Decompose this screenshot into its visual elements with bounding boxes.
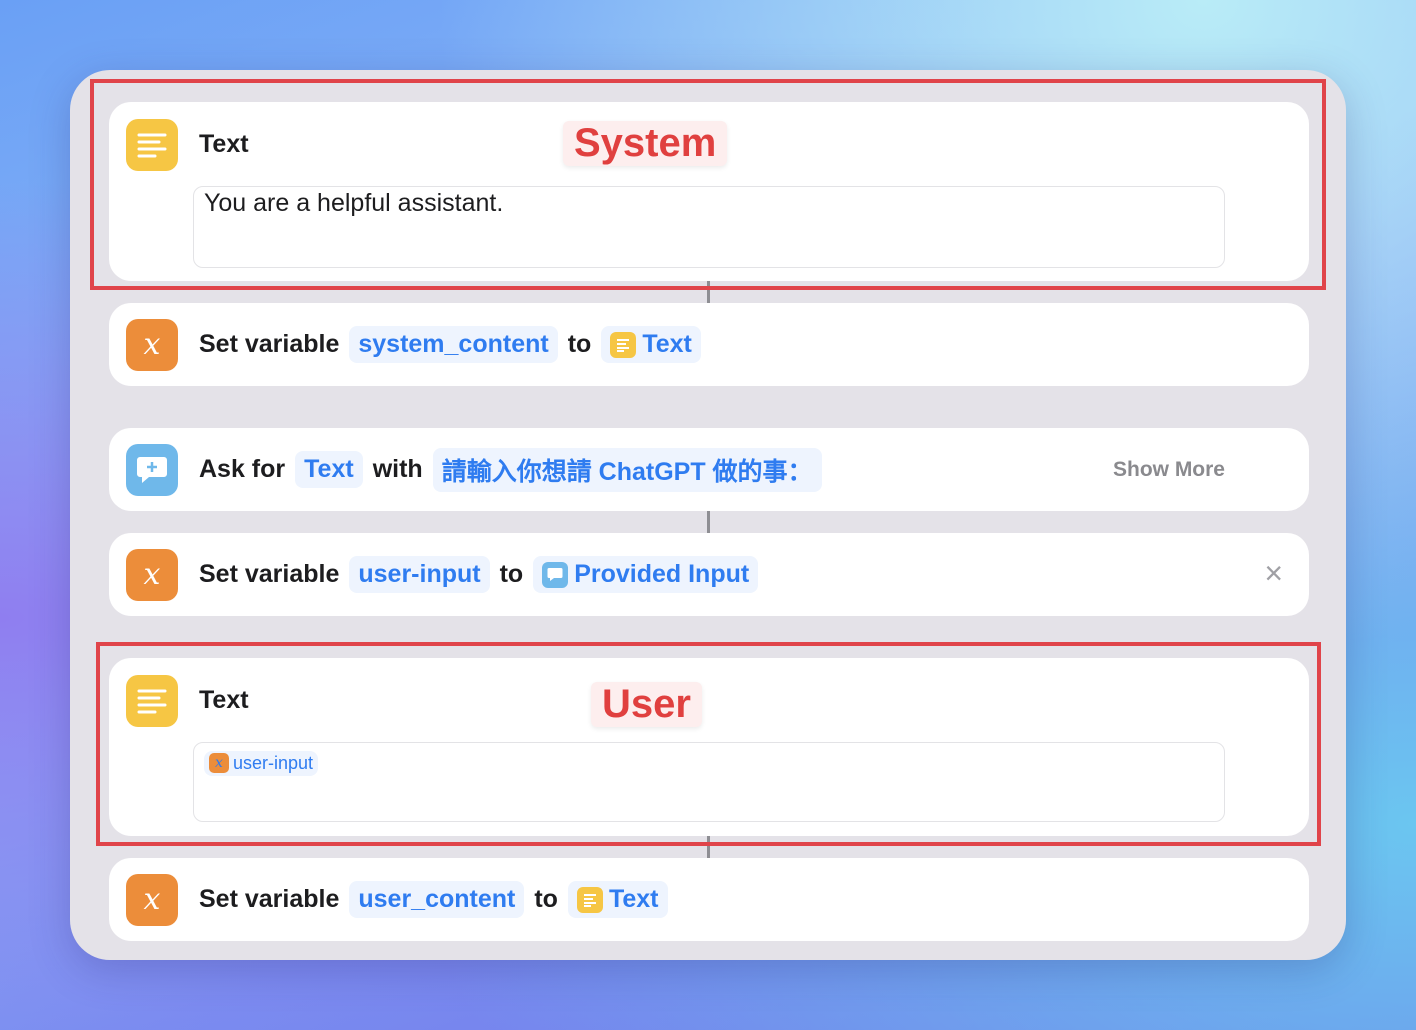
close-icon[interactable]: ×: [1264, 555, 1283, 592]
action-label: Set variable: [199, 330, 340, 358]
input-type-token[interactable]: Text: [295, 451, 363, 488]
connector: [707, 511, 710, 533]
action-label: Set variable: [199, 885, 340, 913]
variable-name-token[interactable]: user-input: [349, 556, 490, 593]
prompt-token[interactable]: 請輸入你想請 ChatGPT 做的事：: [432, 447, 822, 492]
variable-x-icon: x: [126, 549, 178, 601]
value-label: Provided Input: [574, 560, 750, 588]
variable-name-token[interactable]: user_content: [349, 881, 525, 918]
variable-name-token[interactable]: system_content: [349, 326, 558, 363]
show-more-button[interactable]: Show More: [1113, 458, 1225, 482]
value-token[interactable]: Provided Input: [533, 556, 759, 593]
action-label: Ask for: [199, 455, 286, 483]
ask-for-input-action[interactable]: Ask for Text with 請輸入你想請 ChatGPT 做的事： Sh…: [109, 428, 1309, 511]
highlight-box-system: [90, 79, 1326, 290]
value-token[interactable]: Text: [567, 881, 668, 918]
to-label: to: [567, 330, 592, 358]
to-label: to: [499, 560, 524, 588]
highlight-box-user: [96, 642, 1321, 846]
set-variable-action[interactable]: x Set variable user_content to Text: [109, 858, 1309, 941]
set-variable-action[interactable]: x Set variable system_content to Text: [109, 303, 1309, 386]
variable-x-icon: x: [126, 874, 178, 926]
set-variable-action[interactable]: x Set variable user-input to Provided In…: [109, 533, 1309, 616]
speech-bubble-plus-icon: [126, 444, 178, 496]
value-label: Text: [642, 330, 692, 358]
value-label: Text: [608, 885, 659, 913]
with-label: with: [372, 455, 423, 483]
text-lines-icon: [610, 331, 637, 358]
value-token[interactable]: Text: [601, 326, 701, 363]
variable-x-icon: x: [126, 319, 178, 371]
action-label: Set variable: [199, 560, 340, 588]
text-lines-icon: [576, 886, 603, 913]
to-label: to: [534, 885, 558, 913]
speech-bubble-plus-icon: [542, 561, 569, 588]
